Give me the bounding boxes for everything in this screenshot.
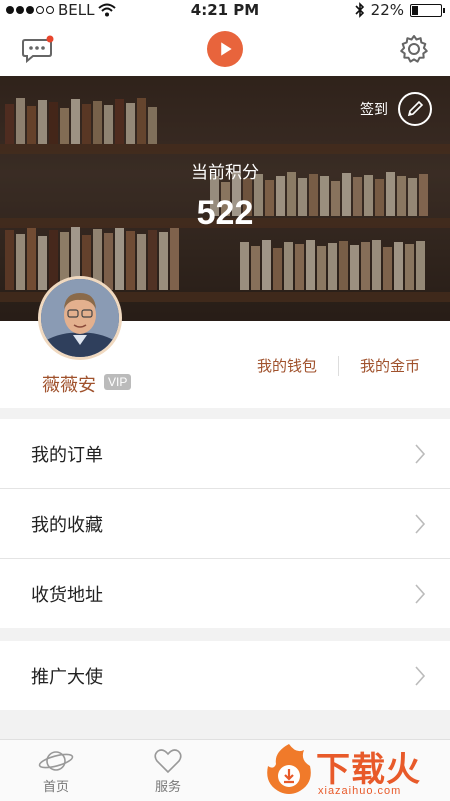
pen-icon [398,92,432,126]
points-label: 当前积分 [191,163,259,183]
tab-label: 首页 [42,780,69,795]
menu-item-orders[interactable]: 我的订单 [0,419,450,489]
watermark-url: xiazaihuo.com [318,785,402,797]
top-nav-bar [0,22,450,76]
chevron-right-icon [415,444,426,464]
watermark-text: 下载火 [316,750,421,790]
points-value: 522 [196,194,254,232]
signin-label: 签到 [360,102,388,118]
vip-badge: VIP [104,374,132,390]
menu-group-account: 我的订单 我的收藏 收货地址 [0,419,450,628]
status-bar: BELL 4:21 PM 22% [0,0,450,22]
watermark-logo: 下载火 xiazaihuo.com [260,740,450,800]
menu-item-favorites[interactable]: 我的收藏 [0,489,450,559]
divider [337,355,339,376]
menu-item-address[interactable]: 收货地址 [0,559,450,628]
menu-group-promo: 推广大使 [0,641,450,710]
menu-item-label: 我的订单 [31,444,103,466]
coins-link[interactable]: 我的金币 [360,355,420,376]
menu-item-label: 推广大使 [31,666,103,688]
user-photo [41,279,119,357]
signin-button[interactable]: 签到 [360,92,432,126]
battery-percent: 22% [370,1,404,19]
status-right: 22% [355,1,445,19]
username: 薇薇安 [42,375,96,396]
wallet-links: 我的钱包 我的金币 [257,355,420,376]
chevron-right-icon [415,514,426,534]
wallet-link[interactable]: 我的钱包 [257,355,317,376]
chat-bubble-icon [22,35,54,64]
menu-item-ambassador[interactable]: 推广大使 [0,641,450,710]
flame-icon [267,744,311,794]
menu-item-label: 收货地址 [31,584,103,606]
settings-button[interactable] [396,31,432,67]
tab-home[interactable]: 首页 [26,746,86,795]
tab-service[interactable]: 服务 [138,746,198,795]
gear-icon [400,35,428,63]
tab-label: 服务 [154,780,181,795]
avatar[interactable] [38,276,122,360]
play-button[interactable] [207,31,243,67]
message-button[interactable] [20,31,56,67]
battery-icon [410,3,445,17]
heart-icon [154,749,182,774]
menu-item-label: 我的收藏 [31,514,103,536]
bluetooth-icon [355,2,364,18]
chevron-right-icon [415,584,426,604]
chevron-right-icon [415,666,426,686]
play-icon [207,31,243,67]
planet-icon [38,751,74,771]
